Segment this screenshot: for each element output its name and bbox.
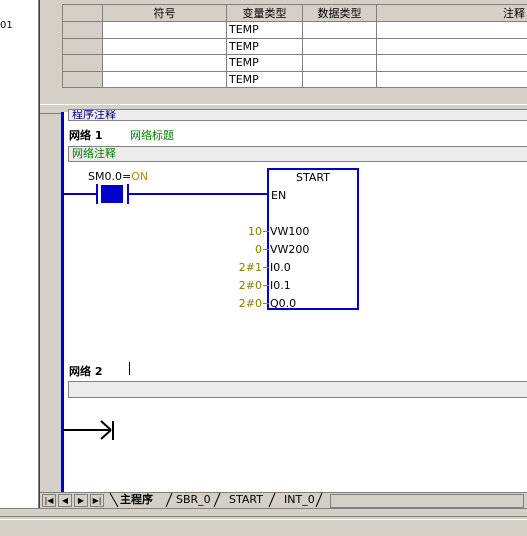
data-type-cell[interactable] xyxy=(303,55,377,72)
project-tree-panel xyxy=(0,0,38,508)
horizontal-scrollbar[interactable] xyxy=(330,494,524,508)
table-row[interactable]: TEMP xyxy=(63,55,527,72)
param-wire xyxy=(263,303,269,304)
contact-left-bar xyxy=(96,184,98,204)
status-bar xyxy=(0,508,527,536)
cursor-arrow-icon xyxy=(63,420,117,442)
rung-wire-left xyxy=(63,193,98,195)
row-selector[interactable] xyxy=(63,71,103,88)
row-selector[interactable] xyxy=(63,55,103,72)
param-value[interactable]: 10 xyxy=(202,225,262,238)
network-1-title[interactable]: 网络标题 xyxy=(130,127,174,143)
param-pin: VW200 xyxy=(270,243,309,256)
param-wire xyxy=(263,285,269,286)
comment-cell[interactable] xyxy=(377,55,527,72)
contact-address-label: SM0.0=ON xyxy=(88,170,148,183)
param-pin: I0.0 xyxy=(270,261,291,274)
program-comment-box[interactable]: 程序注释 xyxy=(68,109,527,121)
table-row[interactable]: TEMP xyxy=(63,38,527,55)
start-box-title: START xyxy=(267,171,359,184)
data-type-cell[interactable] xyxy=(303,38,377,55)
table-row[interactable]: TEMP xyxy=(63,22,527,39)
column-header-comment[interactable]: 注释 xyxy=(377,5,527,22)
contact-eq: = xyxy=(122,170,131,183)
row-selector[interactable] xyxy=(63,38,103,55)
column-header-data-type[interactable]: 数据类型 xyxy=(303,5,377,22)
text-cursor xyxy=(129,362,130,375)
table-row[interactable]: TEMP xyxy=(63,71,527,88)
local-variable-table: 符号 变量类型 数据类型 注释 TEMP TEMP TEMP xyxy=(62,4,527,88)
symbol-cell[interactable] xyxy=(103,71,227,88)
param-wire xyxy=(263,267,269,268)
tab-main-program[interactable]: 主程序 xyxy=(120,493,153,507)
param-value[interactable]: 2#0 xyxy=(202,279,262,292)
table-empty-area xyxy=(62,88,527,105)
symbol-cell[interactable] xyxy=(103,22,227,39)
param-pin: I0.1 xyxy=(270,279,291,292)
column-header-symbol[interactable]: 符号 xyxy=(103,5,227,22)
nav-last-icon[interactable]: ▶| xyxy=(90,494,104,507)
table-header-row: 符号 变量类型 数据类型 注释 xyxy=(63,5,527,22)
tab-sbr-0[interactable]: SBR_0 xyxy=(176,493,211,507)
param-wire xyxy=(263,249,269,250)
param-pin: VW100 xyxy=(270,225,309,238)
network-2-comment-box[interactable] xyxy=(68,381,527,398)
network-2-label[interactable]: 网络 2 xyxy=(69,363,102,379)
column-header-row-selector xyxy=(63,5,103,22)
param-pin: Q0.0 xyxy=(270,297,296,310)
param-value[interactable]: 2#0 xyxy=(202,297,262,310)
contact-address: SM0.0 xyxy=(88,170,122,183)
row-selector[interactable] xyxy=(63,22,103,39)
rung-wire-to-en xyxy=(129,193,268,195)
param-value[interactable]: 2#1 xyxy=(202,261,262,274)
symbol-cell[interactable] xyxy=(103,55,227,72)
column-header-var-type[interactable]: 变量类型 xyxy=(227,5,303,22)
param-wire xyxy=(263,231,269,232)
tree-item-text[interactable]: 01 xyxy=(0,20,13,31)
var-type-cell[interactable]: TEMP xyxy=(227,55,303,72)
var-type-cell[interactable]: TEMP xyxy=(227,38,303,55)
data-type-cell[interactable] xyxy=(303,22,377,39)
comment-cell[interactable] xyxy=(377,38,527,55)
contact-state: ON xyxy=(131,170,148,183)
var-type-cell[interactable]: TEMP xyxy=(227,22,303,39)
tab-int-0[interactable]: INT_0 xyxy=(284,493,315,507)
param-value[interactable]: 0 xyxy=(202,243,262,256)
var-type-cell[interactable]: TEMP xyxy=(227,71,303,88)
network-1-label[interactable]: 网络 1 xyxy=(69,127,102,143)
nav-prev-icon[interactable]: ◀ xyxy=(58,494,72,507)
network-1-comment-box[interactable]: 网络注释 xyxy=(68,146,527,162)
comment-cell[interactable] xyxy=(377,71,527,88)
tab-start[interactable]: START xyxy=(229,493,263,507)
status-divider xyxy=(0,516,527,520)
contact-highlight[interactable] xyxy=(101,185,123,203)
comment-cell[interactable] xyxy=(377,22,527,39)
en-pin-label: EN xyxy=(271,189,286,202)
data-type-cell[interactable] xyxy=(303,71,377,88)
nav-next-icon[interactable]: ▶ xyxy=(74,494,88,507)
nav-first-icon[interactable]: |◀ xyxy=(42,494,56,507)
symbol-cell[interactable] xyxy=(103,38,227,55)
